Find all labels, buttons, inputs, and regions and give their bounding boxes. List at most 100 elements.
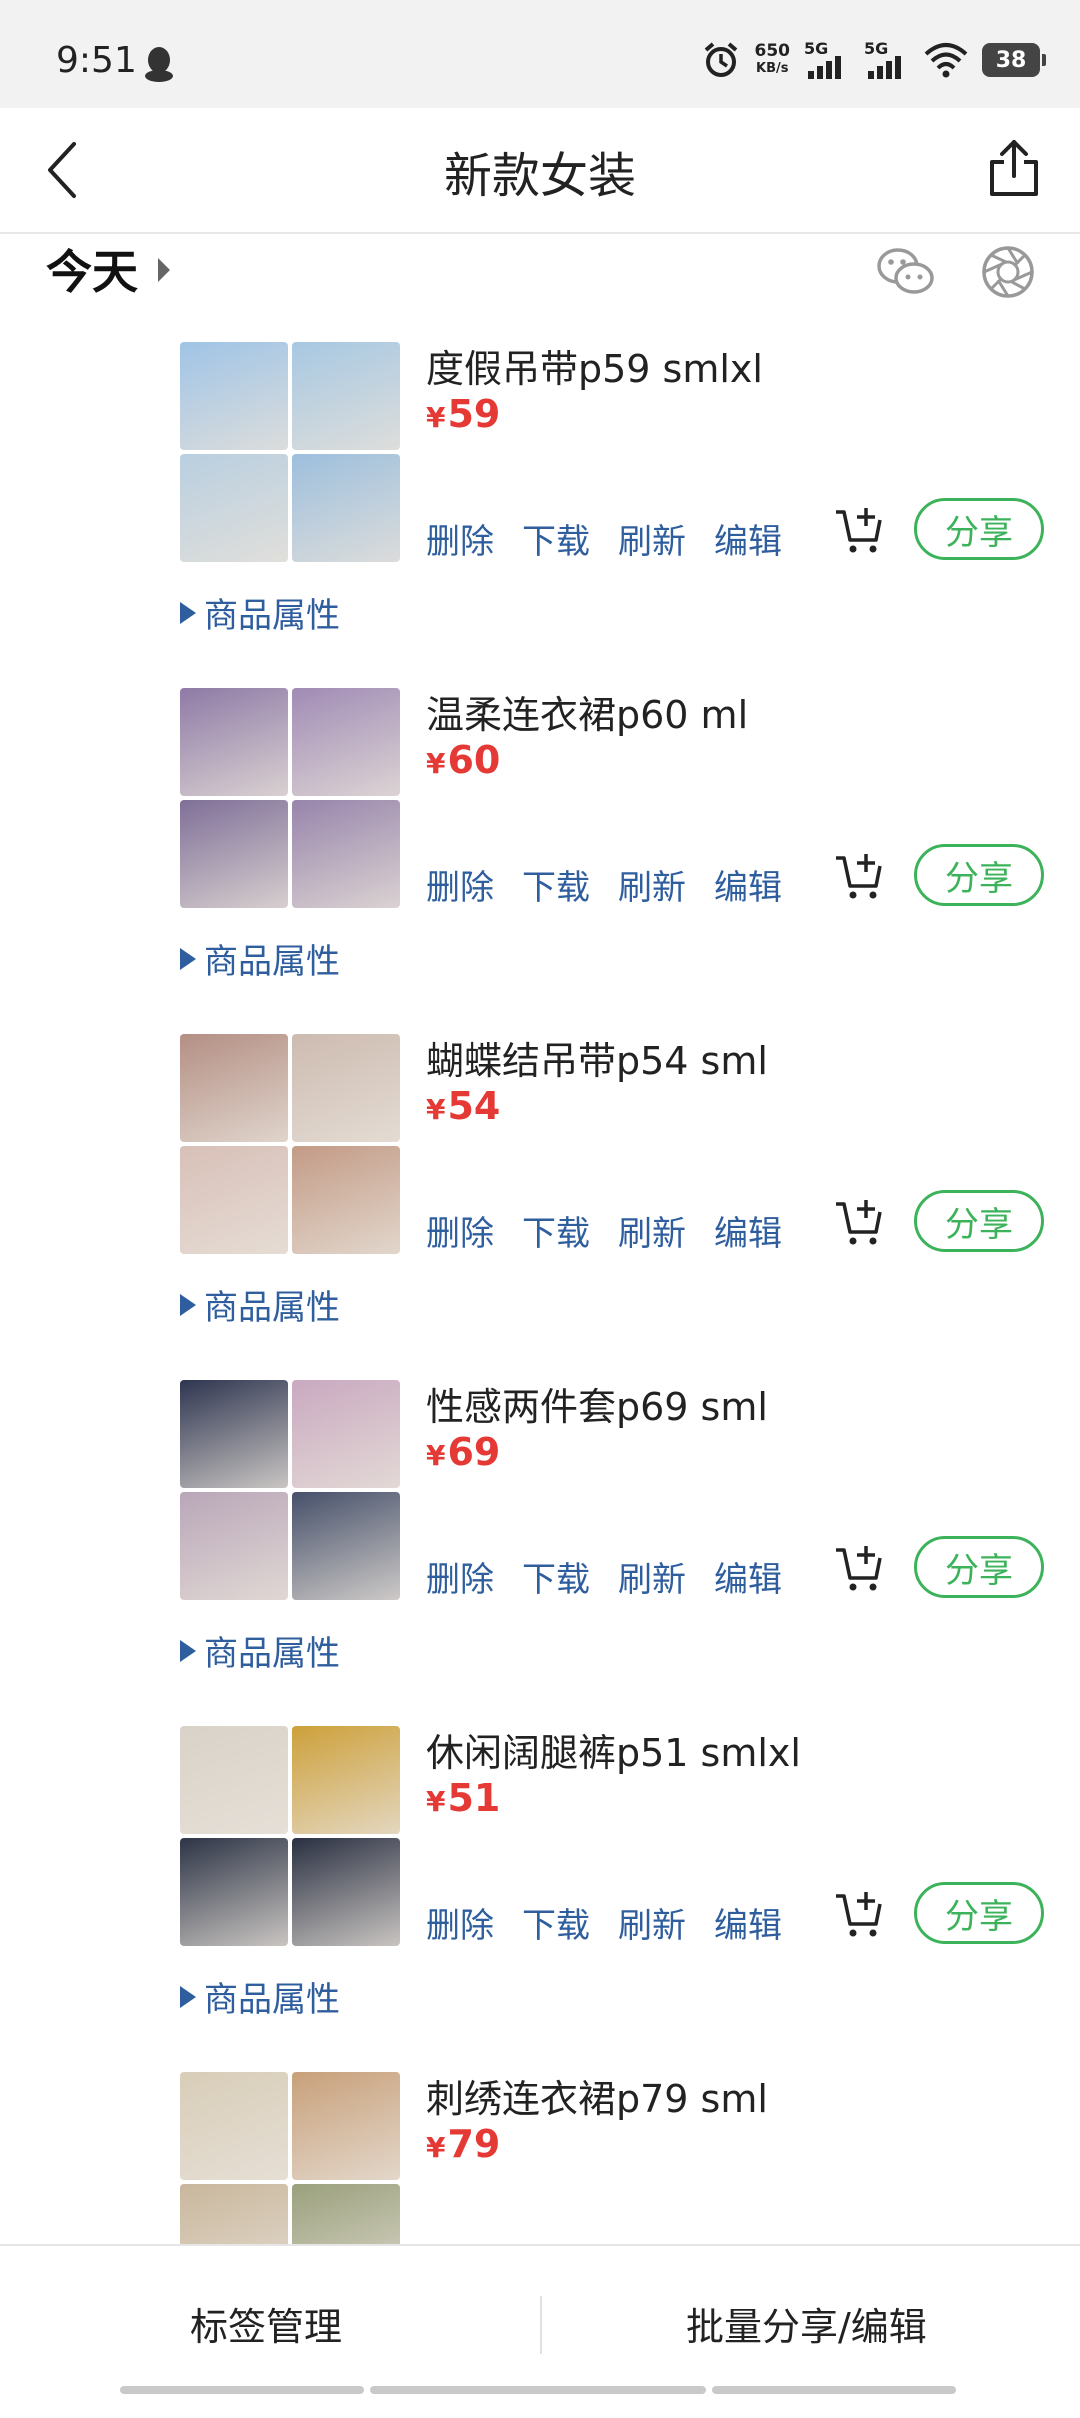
app-header: 新款女装	[0, 108, 1080, 234]
price-value: 69	[447, 1430, 501, 1474]
product-thumbnail[interactable]	[292, 2072, 400, 2180]
product-thumbnail[interactable]	[292, 688, 400, 796]
product-thumbnail[interactable]	[292, 1380, 400, 1488]
add-to-cart-icon[interactable]	[834, 506, 886, 556]
attributes-label: 商品属性	[204, 596, 340, 636]
share-button[interactable]: 分享	[914, 844, 1044, 906]
product-thumbnails[interactable]	[180, 342, 400, 562]
signal-icon-sim1: 5G	[804, 39, 850, 81]
product-thumbnail[interactable]	[292, 454, 400, 562]
product-thumbnail[interactable]	[292, 1146, 400, 1254]
price-value: 79	[447, 2122, 501, 2166]
share-button[interactable]: 分享	[914, 1190, 1044, 1252]
refresh-button[interactable]: 刷新	[618, 1552, 686, 1601]
section-title-today[interactable]: 今天	[46, 236, 138, 302]
download-button[interactable]: 下载	[522, 1898, 590, 1947]
product-thumbnail[interactable]	[180, 1380, 288, 1488]
edit-button[interactable]: 编辑	[714, 514, 782, 563]
product-thumbnail[interactable]	[180, 800, 288, 908]
product-thumbnails[interactable]	[180, 1726, 400, 1946]
delete-button[interactable]: 删除	[426, 1552, 494, 1601]
product-name[interactable]: 温柔连衣裙p60 ml	[426, 684, 748, 739]
download-button[interactable]: 下载	[522, 860, 590, 909]
price-value: 60	[447, 738, 501, 782]
product-thumbnail[interactable]	[180, 342, 288, 450]
product-thumbnail[interactable]	[292, 1034, 400, 1142]
expand-arrow-icon[interactable]	[158, 258, 170, 282]
product-price: ¥54	[426, 1084, 500, 1128]
tag-manage-button[interactable]: 标签管理	[190, 2296, 342, 2351]
attributes-label: 商品属性	[204, 942, 340, 982]
delete-button[interactable]: 删除	[426, 860, 494, 909]
product-name[interactable]: 休闲阔腿裤p51 smlxl	[426, 1722, 801, 1777]
download-button[interactable]: 下载	[522, 514, 590, 563]
product-price: ¥60	[426, 738, 500, 782]
product-item[interactable]: 度假吊带p59 smlxl ¥59 删除 下载 刷新 编辑 分享 商品属性	[0, 342, 1080, 688]
product-thumbnail[interactable]	[180, 2072, 288, 2180]
product-thumbnail[interactable]	[180, 1492, 288, 1600]
product-price: ¥51	[426, 1776, 500, 1820]
product-item[interactable]: 性感两件套p69 sml ¥69 删除 下载 刷新 编辑 分享 商品属性	[0, 1380, 1080, 1726]
expand-triangle-icon	[180, 947, 196, 970]
product-thumbnail[interactable]	[180, 1726, 288, 1834]
share-button[interactable]: 分享	[914, 498, 1044, 560]
delete-button[interactable]: 删除	[426, 1898, 494, 1947]
product-thumbnail[interactable]	[180, 1838, 288, 1946]
product-item[interactable]: 温柔连衣裙p60 ml ¥60 删除 下载 刷新 编辑 分享 商品属性	[0, 688, 1080, 1034]
product-thumbnail[interactable]	[292, 1492, 400, 1600]
product-thumbnails[interactable]	[180, 1034, 400, 1254]
add-to-cart-icon[interactable]	[834, 1544, 886, 1594]
edit-button[interactable]: 编辑	[714, 860, 782, 909]
product-price: ¥79	[426, 2122, 500, 2166]
refresh-button[interactable]: 刷新	[618, 1206, 686, 1255]
wechat-icon[interactable]	[876, 246, 936, 298]
edit-button[interactable]: 编辑	[714, 1552, 782, 1601]
product-attributes-toggle[interactable]: 商品属性	[180, 1626, 340, 1675]
product-thumbnail[interactable]	[292, 800, 400, 908]
status-bar: 9:51 650 KB/s 5G 5G 38	[0, 0, 1080, 108]
product-attributes-toggle[interactable]: 商品属性	[180, 588, 340, 637]
refresh-button[interactable]: 刷新	[618, 514, 686, 563]
price-value: 51	[447, 1776, 501, 1820]
edit-button[interactable]: 编辑	[714, 1898, 782, 1947]
product-thumbnail[interactable]	[292, 342, 400, 450]
product-item[interactable]: 休闲阔腿裤p51 smlxl ¥51 删除 下载 刷新 编辑 分享 商品属性	[0, 1726, 1080, 2072]
product-attributes-toggle[interactable]: 商品属性	[180, 1972, 340, 2021]
product-thumbnail[interactable]	[292, 1838, 400, 1946]
share-icon[interactable]	[984, 136, 1044, 200]
product-thumbnail[interactable]	[180, 688, 288, 796]
refresh-button[interactable]: 刷新	[618, 1898, 686, 1947]
add-to-cart-icon[interactable]	[834, 1198, 886, 1248]
product-name[interactable]: 蝴蝶结吊带p54 sml	[426, 1030, 768, 1085]
status-time: 9:51	[56, 40, 137, 81]
batch-share-edit-button[interactable]: 批量分享/编辑	[686, 2296, 927, 2351]
add-to-cart-icon[interactable]	[834, 1890, 886, 1940]
attributes-label: 商品属性	[204, 1980, 340, 2020]
product-attributes-toggle[interactable]: 商品属性	[180, 1280, 340, 1329]
product-thumbnail[interactable]	[180, 454, 288, 562]
share-button[interactable]: 分享	[914, 1536, 1044, 1598]
price-value: 59	[447, 392, 501, 436]
download-button[interactable]: 下载	[522, 1552, 590, 1601]
product-thumbnails[interactable]	[180, 688, 400, 908]
delete-button[interactable]: 删除	[426, 1206, 494, 1255]
edit-button[interactable]: 编辑	[714, 1206, 782, 1255]
network-speed: 650 KB/s	[754, 41, 791, 76]
product-thumbnail[interactable]	[180, 1146, 288, 1254]
download-button[interactable]: 下载	[522, 1206, 590, 1255]
delete-button[interactable]: 删除	[426, 514, 494, 563]
refresh-button[interactable]: 刷新	[618, 860, 686, 909]
share-button[interactable]: 分享	[914, 1882, 1044, 1944]
page-title: 新款女装	[443, 148, 636, 204]
product-name[interactable]: 刺绣连衣裙p79 sml	[426, 2068, 768, 2123]
product-thumbnail[interactable]	[180, 1034, 288, 1142]
moments-icon[interactable]	[980, 244, 1036, 300]
product-thumbnails[interactable]	[180, 1380, 400, 1600]
product-name[interactable]: 度假吊带p59 smlxl	[426, 338, 763, 393]
product-thumbnail[interactable]	[292, 1726, 400, 1834]
product-name[interactable]: 性感两件套p69 sml	[426, 1376, 768, 1431]
expand-triangle-icon	[180, 1985, 196, 2008]
product-attributes-toggle[interactable]: 商品属性	[180, 934, 340, 983]
add-to-cart-icon[interactable]	[834, 852, 886, 902]
product-item[interactable]: 蝴蝶结吊带p54 sml ¥54 删除 下载 刷新 编辑 分享 商品属性	[0, 1034, 1080, 1380]
